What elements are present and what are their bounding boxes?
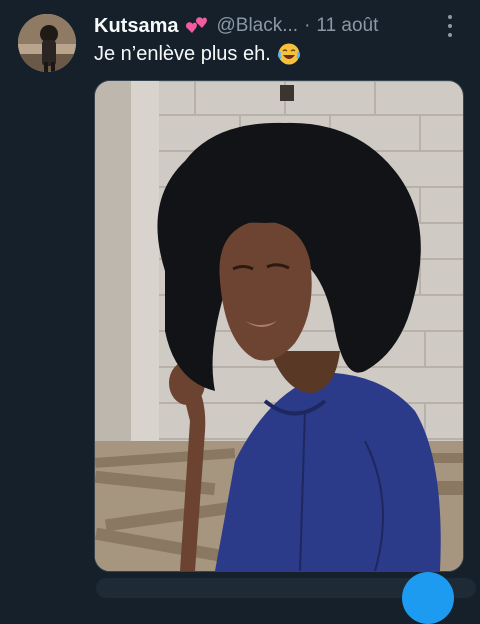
tweet-photo[interactable] [94,80,464,572]
face-with-tears-of-joy-emoji-icon [277,42,301,66]
author-handle[interactable]: @Black... [216,15,298,37]
tweet-header: Kutsama @Black... · 11 août [94,12,464,40]
separator-dot: · [304,15,311,36]
two-hearts-emoji-icon [184,15,208,37]
avatar[interactable] [18,14,76,72]
more-dots-icon[interactable] [442,15,458,37]
tweet-text: Je n’enlève plus eh. [94,42,271,65]
photo-woman-afro-selfie [95,81,463,571]
avatar-image [18,14,76,72]
tweet[interactable]: Kutsama @Black... · 11 août Je n’enlève … [0,0,480,624]
compose-button[interactable] [402,572,454,624]
author-name[interactable]: Kutsama [94,15,178,38]
tweet-date[interactable]: 11 août [316,15,378,37]
tweet-text-row: Je n’enlève plus eh. [94,42,301,66]
